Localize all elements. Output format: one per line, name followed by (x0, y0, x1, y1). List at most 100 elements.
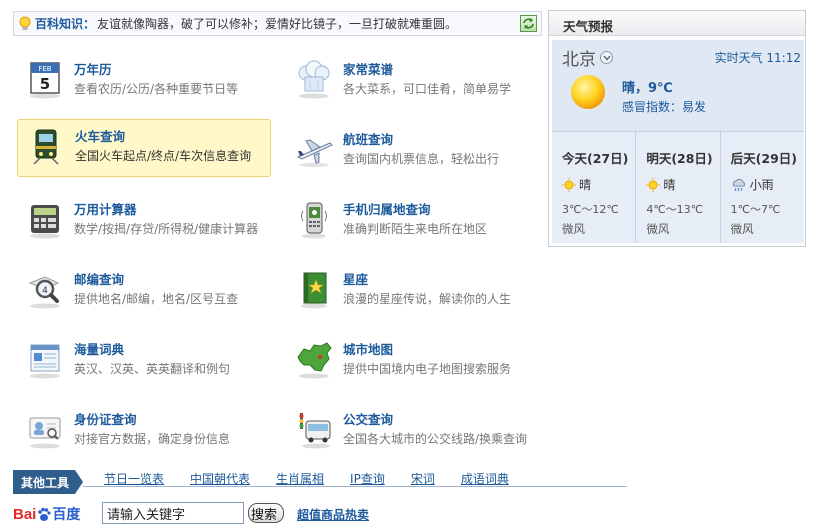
service-desc: 提供地名/邮编，地名/区号互查 (74, 292, 239, 306)
forecast-temp: 4℃～13℃ (646, 203, 704, 216)
service-desc: 英汉、汉英、英英翻译和例句 (74, 362, 231, 376)
service-name[interactable]: 城市地图 (343, 339, 393, 358)
service-desc: 提供中国境内电子地图搜索服务 (343, 362, 512, 376)
service-desc: 浪漫的星座传说，解读你的人生 (343, 292, 512, 306)
service-name[interactable]: 邮编查询 (74, 269, 124, 288)
forecast-wind: 微风 (646, 222, 670, 236)
service-flight[interactable]: 航班查询 查询国内机票信息，轻松出行 (286, 123, 540, 181)
forecast-day-title: 明天(28日) (646, 151, 713, 166)
forecast-wind: 微风 (562, 222, 585, 236)
weather-now: 晴，9℃ (622, 81, 673, 96)
sun-icon (568, 72, 608, 112)
forecast-condition: 晴 (646, 176, 719, 193)
service-train[interactable]: 火车查询 全国火车起点/终点/车次信息查询 (17, 119, 271, 177)
service-name[interactable]: 航班查询 (343, 129, 393, 148)
other-tools-links: 节日一览表 中国朝代表 生肖属相 IP查询 宋词 成语词典 (104, 470, 535, 487)
service-calculator[interactable]: 万用计算器 数学/按揭/存贷/所得税/健康计算器 (17, 193, 271, 251)
forecast-wind: 微风 (730, 222, 754, 236)
baidu-logo[interactable]: Bai 百度 (13, 504, 80, 524)
service-recipes[interactable]: 家常菜谱 各大菜系，可口佳肴，简单易学 (286, 53, 540, 111)
tool-link-songci[interactable]: 宋词 (411, 470, 435, 487)
weather-widget: 天气预报 北京 实时天气 11:12 晴，9℃ 感冒指数：易发 今天(27日) … (548, 10, 806, 247)
service-desc: 全国火车起点/终点/车次信息查询 (75, 149, 252, 163)
service-desc: 准确判断陌生来电所在地区 (343, 222, 488, 236)
service-postcode[interactable]: 4 邮编查询 提供地名/邮编，地名/区号互查 (17, 263, 271, 321)
forecast-condition: 晴 (562, 176, 635, 193)
forecast-day-title: 后天(29日) (730, 151, 797, 166)
service-name[interactable]: 手机归属地查询 (343, 199, 431, 218)
service-desc: 查看农历/公历/各种重要节日等 (74, 82, 239, 96)
knowledge-tip-bar: 百科知识： 友谊就像陶器，破了可以修补；爱情好比镜子，一旦打破就难重圆。 (13, 11, 542, 36)
chevron-down-icon[interactable] (600, 51, 613, 64)
forecast-day: 明天(28日) 晴 4℃～13℃ 微风 (636, 132, 721, 243)
other-tools-label: 其他工具 (13, 470, 83, 494)
service-name[interactable]: 万用计算器 (74, 199, 137, 218)
service-name[interactable]: 星座 (343, 269, 368, 288)
forecast-condition: 小雨 (731, 176, 804, 193)
chef-hat-icon (294, 59, 334, 99)
forecast-condition-text: 晴 (579, 178, 592, 192)
weather-header: 天气预报 (549, 11, 805, 36)
mobile-phone-icon (294, 199, 334, 239)
china-map-icon (294, 339, 334, 379)
weather-forecast: 今天(27日) 晴 3℃～12℃ 微风 明天(28日) 晴 4℃～13℃ 微风 … (552, 131, 804, 243)
calendar-icon: FEB 5 (25, 59, 65, 99)
tool-link-holidays[interactable]: 节日一览表 (104, 470, 164, 487)
weather-cold-index: 感冒指数：易发 (622, 100, 707, 114)
forecast-temp: 1℃～7℃ (730, 203, 781, 216)
service-phone-location[interactable]: 手机归属地查询 准确判断陌生来电所在地区 (286, 193, 540, 251)
star-book-icon (294, 269, 334, 309)
service-desc: 数学/按揭/存贷/所得税/健康计算器 (74, 222, 259, 236)
baidu-search: Bai 百度 搜索 超值商品热卖 (13, 500, 413, 530)
service-name[interactable]: 身份证查询 (74, 409, 137, 428)
tool-link-dynasties[interactable]: 中国朝代表 (190, 470, 250, 487)
weather-live-time[interactable]: 实时天气 11:12 (715, 49, 801, 66)
tool-link-zodiac[interactable]: 生肖属相 (276, 470, 324, 487)
service-name[interactable]: 火车查询 (75, 126, 125, 145)
refresh-icon[interactable] (520, 15, 537, 32)
tool-link-idioms[interactable]: 成语词典 (461, 470, 509, 487)
service-calendar[interactable]: FEB 5 万年历 查看农历/公历/各种重要节日等 (17, 53, 271, 111)
service-bus[interactable]: 公交查询 全国各大城市的公交线路/换乘查询 (286, 403, 540, 461)
paw-icon (38, 507, 51, 521)
forecast-condition-text: 小雨 (749, 178, 774, 192)
tip-text: 友谊就像陶器，破了可以修补；爱情好比镜子，一旦打破就难重圆。 (97, 17, 458, 31)
service-name[interactable]: 家常菜谱 (343, 59, 393, 78)
light-rain-icon (732, 178, 745, 191)
bus-icon (294, 409, 334, 449)
service-name[interactable]: 公交查询 (343, 409, 393, 428)
calculator-icon (25, 199, 65, 239)
weather-city[interactable]: 北京 (562, 45, 596, 70)
service-desc: 全国各大城市的公交线路/换乘查询 (343, 432, 528, 446)
search-input[interactable] (102, 502, 244, 524)
sun-icon (646, 177, 661, 192)
dictionary-icon (25, 339, 65, 379)
service-city-map[interactable]: 城市地图 提供中国境内电子地图搜索服务 (286, 333, 540, 391)
service-dictionary[interactable]: 海量词典 英汉、汉英、英英翻译和例句 (17, 333, 271, 391)
magnifier-icon: 4 (25, 269, 65, 309)
id-card-icon (25, 409, 65, 449)
forecast-day-title: 今天(27日) (562, 151, 629, 166)
service-name[interactable]: 万年历 (74, 59, 112, 78)
train-icon (26, 126, 66, 166)
svg-text:5: 5 (40, 75, 50, 93)
tool-link-ip[interactable]: IP查询 (350, 470, 385, 487)
service-desc: 查询国内机票信息，轻松出行 (343, 152, 500, 166)
airplane-icon (294, 129, 334, 169)
service-horoscope[interactable]: 星座 浪漫的星座传说，解读你的人生 (286, 263, 540, 321)
weather-body: 北京 实时天气 11:12 晴，9℃ 感冒指数：易发 今天(27日) 晴 3℃～… (552, 40, 804, 243)
svg-text:FEB: FEB (38, 65, 51, 73)
sun-icon (562, 177, 576, 192)
other-tools-bar: 其他工具 节日一览表 中国朝代表 生肖属相 IP查询 宋词 成语词典 (13, 470, 627, 494)
hot-deals-link[interactable]: 超值商品热卖 (297, 506, 369, 523)
forecast-condition-text: 晴 (663, 178, 676, 192)
forecast-day: 后天(29日) 小雨 1℃～7℃ 微风 (721, 132, 804, 243)
forecast-day: 今天(27日) 晴 3℃～12℃ 微风 (552, 132, 637, 243)
search-button[interactable]: 搜索 (248, 503, 284, 523)
weather-city-selector[interactable]: 北京 (562, 45, 613, 70)
service-id-card[interactable]: 身份证查询 对接官方数据，确定身份信息 (17, 403, 271, 461)
service-desc: 各大菜系，可口佳肴，简单易学 (343, 82, 512, 96)
service-desc: 对接官方数据，确定身份信息 (74, 432, 231, 446)
svg-text:4: 4 (42, 286, 48, 296)
service-name[interactable]: 海量词典 (74, 339, 124, 358)
